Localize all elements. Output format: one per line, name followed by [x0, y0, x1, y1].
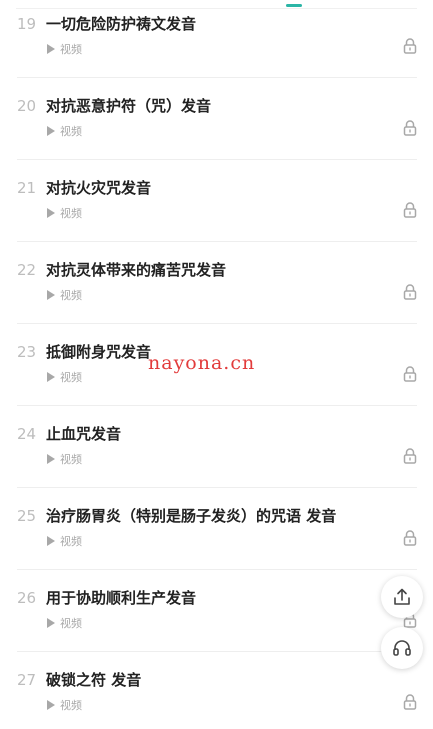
lesson-type-label: 视频	[60, 371, 82, 384]
lesson-row-21[interactable]: 21 对抗火灾咒发音 视频	[0, 177, 433, 259]
lesson-title[interactable]: 对抗恶意护符（咒）发音	[46, 95, 211, 116]
lesson-row-19[interactable]: 19 一切危险防护祷文发音 视频	[0, 13, 433, 95]
lesson-number: 26	[17, 589, 37, 607]
lock-icon	[403, 202, 417, 218]
lock-icon	[403, 38, 417, 54]
play-icon	[47, 372, 55, 382]
lesson-number: 20	[17, 97, 37, 115]
row-divider	[17, 569, 417, 570]
lesson-row-24[interactable]: 24 止血咒发音 视频	[0, 423, 433, 505]
top-divider	[16, 8, 417, 9]
lesson-type-label: 视频	[60, 453, 82, 466]
row-divider	[17, 241, 417, 242]
lesson-type: 视频	[46, 451, 82, 467]
lesson-number: 25	[17, 507, 37, 525]
course-list-page: 19 一切危险防护祷文发音 视频 20 对抗恶意护符（咒）发音 视频 21 对抗…	[0, 0, 433, 729]
row-divider	[17, 487, 417, 488]
lesson-type: 视频	[46, 533, 82, 549]
watermark: nayona.cn	[148, 352, 256, 374]
lesson-number: 27	[17, 671, 37, 689]
lesson-type: 视频	[46, 697, 82, 713]
play-icon	[47, 536, 55, 546]
lesson-type: 视频	[46, 369, 82, 385]
lesson-title[interactable]: 一切危险防护祷文发音	[46, 13, 196, 34]
lesson-title[interactable]: 用于协助顺利生产发音	[46, 587, 196, 608]
lock-icon	[403, 120, 417, 136]
lock-icon	[403, 366, 417, 382]
share-button[interactable]	[381, 576, 423, 618]
lesson-type-label: 视频	[60, 125, 82, 138]
lesson-row-26[interactable]: 26 用于协助顺利生产发音 视频	[0, 587, 433, 669]
play-icon	[47, 208, 55, 218]
row-divider	[17, 651, 417, 652]
lesson-type-label: 视频	[60, 535, 82, 548]
lesson-number: 19	[17, 15, 37, 33]
lesson-type-label: 视频	[60, 43, 82, 56]
lesson-title[interactable]: 止血咒发音	[46, 423, 121, 444]
lesson-title[interactable]: 对抗火灾咒发音	[46, 177, 151, 198]
lesson-title[interactable]: 抵御附身咒发音	[46, 341, 151, 362]
lock-icon	[403, 694, 417, 710]
lesson-type-label: 视频	[60, 617, 82, 630]
play-icon	[47, 126, 55, 136]
lesson-row-22[interactable]: 22 对抗灵体带来的痛苦咒发音 视频	[0, 259, 433, 341]
lesson-type: 视频	[46, 123, 82, 139]
play-icon	[47, 618, 55, 628]
play-icon	[47, 290, 55, 300]
lesson-type: 视频	[46, 287, 82, 303]
tab-indicator	[286, 4, 302, 7]
lesson-number: 22	[17, 261, 37, 279]
row-divider	[17, 159, 417, 160]
lesson-number: 23	[17, 343, 37, 361]
play-icon	[47, 454, 55, 464]
lock-icon	[403, 448, 417, 464]
lesson-title[interactable]: 破锁之符 发音	[46, 669, 141, 690]
lesson-row-20[interactable]: 20 对抗恶意护符（咒）发音 视频	[0, 95, 433, 177]
play-icon	[47, 700, 55, 710]
lesson-title[interactable]: 治疗肠胃炎（特别是肠子发炎）的咒语 发音	[46, 505, 336, 526]
customer-support-button[interactable]	[381, 627, 423, 669]
row-divider	[17, 77, 417, 78]
lesson-type-label: 视频	[60, 699, 82, 712]
lesson-row-25[interactable]: 25 治疗肠胃炎（特别是肠子发炎）的咒语 发音 视频	[0, 505, 433, 587]
lock-icon	[403, 284, 417, 300]
lesson-type-label: 视频	[60, 207, 82, 220]
lesson-row-27[interactable]: 27 破锁之符 发音 视频	[0, 669, 433, 729]
lesson-type-label: 视频	[60, 289, 82, 302]
lesson-number: 24	[17, 425, 37, 443]
lock-icon	[403, 530, 417, 546]
lesson-type: 视频	[46, 41, 82, 57]
share-upload-icon	[394, 588, 410, 605]
play-icon	[47, 44, 55, 54]
row-divider	[17, 405, 417, 406]
lesson-number: 21	[17, 179, 37, 197]
headset-icon	[393, 640, 411, 656]
lesson-title[interactable]: 对抗灵体带来的痛苦咒发音	[46, 259, 226, 280]
lesson-type: 视频	[46, 205, 82, 221]
row-divider	[17, 323, 417, 324]
lesson-type: 视频	[46, 615, 82, 631]
